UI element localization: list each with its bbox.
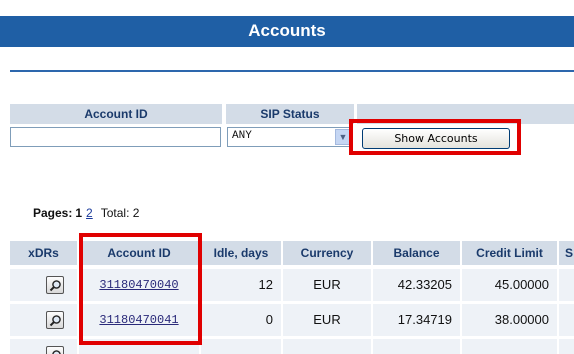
xdr-view-button[interactable] <box>46 311 64 329</box>
xdr-cell <box>10 304 77 336</box>
sip-status-selected-value: ANY <box>232 130 252 142</box>
divider <box>10 70 574 72</box>
idle-days-cell: 0 <box>201 304 281 336</box>
account-id-input[interactable] <box>10 127 221 147</box>
truncated-cell <box>559 304 574 336</box>
credit-limit-cell: 38.00000 <box>462 304 557 336</box>
credit-limit-cell <box>462 339 557 354</box>
column-header-balance[interactable]: Balance <box>373 241 460 265</box>
page-title: Accounts <box>248 21 326 40</box>
magnifier-icon <box>52 350 61 354</box>
currency-cell <box>283 339 371 354</box>
magnifier-icon <box>49 315 61 327</box>
pagination: Pages: 1 2 Total: 2 <box>33 206 139 220</box>
currency-cell: EUR <box>283 304 371 336</box>
account-id-filter-label: Account ID <box>10 104 222 124</box>
truncated-cell <box>559 269 574 301</box>
balance-cell: 42.33205 <box>373 269 460 301</box>
idle-days-cell <box>201 339 281 354</box>
currency-cell: EUR <box>283 269 371 301</box>
magnifier-icon <box>49 280 61 292</box>
xdr-cell <box>10 339 77 354</box>
column-header-credit-limit[interactable]: Credit Limit <box>462 241 557 265</box>
balance-cell <box>373 339 460 354</box>
sip-status-select[interactable]: ANY ▼ <box>227 127 353 147</box>
current-page: 1 <box>75 206 83 220</box>
sip-status-filter-label: SIP Status <box>226 104 354 124</box>
truncated-cell <box>559 339 574 354</box>
pages-label: Pages: <box>33 206 73 220</box>
xdr-cell <box>10 269 77 301</box>
show-accounts-button[interactable]: Show Accounts <box>362 128 510 149</box>
idle-days-cell: 12 <box>201 269 281 301</box>
column-header-xdrs[interactable]: xDRs <box>10 241 77 265</box>
account-id-column-highlight <box>79 233 202 345</box>
xdr-view-button[interactable] <box>46 276 64 294</box>
balance-cell: 17.34719 <box>373 304 460 336</box>
page-link-2[interactable]: 2 <box>86 206 93 220</box>
column-header-currency[interactable]: Currency <box>283 241 371 265</box>
credit-limit-cell: 45.00000 <box>462 269 557 301</box>
column-header-idle-days[interactable]: Idle, days <box>201 241 281 265</box>
total-count: Total: 2 <box>100 206 140 220</box>
xdr-view-button[interactable] <box>46 346 64 354</box>
column-header-truncated[interactable]: S <box>559 241 574 265</box>
title-bar: Accounts <box>0 16 574 47</box>
